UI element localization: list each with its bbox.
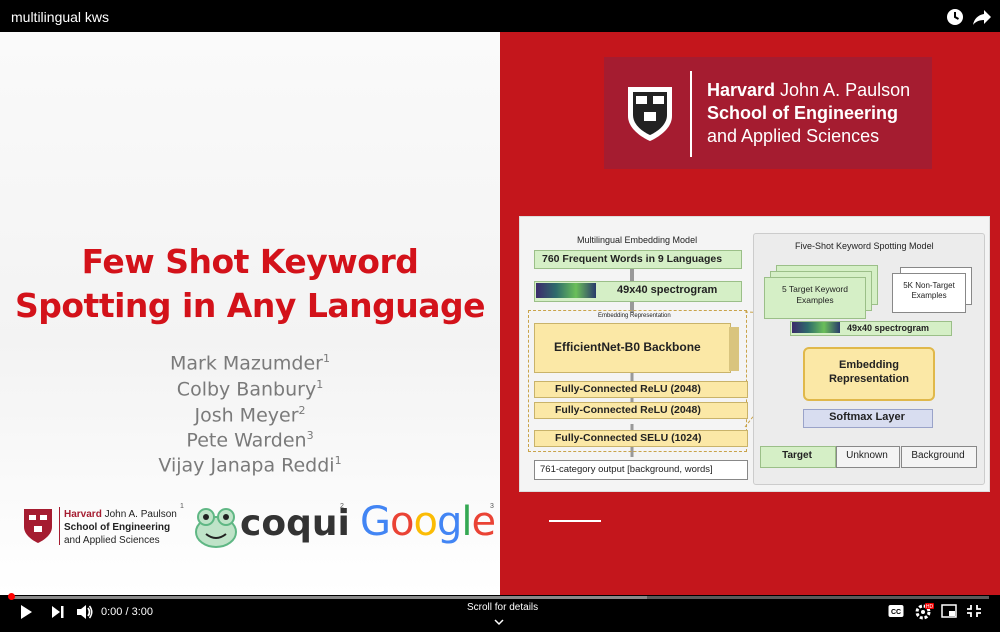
author-5: Vijay Janapa Reddi1 <box>158 454 342 477</box>
embedding-representation-label: Embedding Representation <box>828 359 910 385</box>
slide-title-line-2: Spotting in Any Language <box>14 286 486 325</box>
harvard-logo-footnote: 1 <box>180 503 184 510</box>
scroll-hint[interactable]: Scroll for details <box>467 602 538 613</box>
top-bar: multilingual kws <box>0 0 1000 32</box>
coqui-logo-footnote: 2 <box>340 503 344 510</box>
author-2: Colby Banbury1 <box>176 378 324 401</box>
nontarget-examples-label: 5K Non-Target Examples <box>903 281 955 300</box>
output-unknown-label: Unknown <box>846 450 888 461</box>
harvard-banner-divider <box>690 71 692 157</box>
embedding-region-label: Embedding Representation <box>598 313 671 319</box>
miniplayer-icon[interactable] <box>941 604 957 618</box>
backbone-label: EfficientNet-B0 Backbone <box>554 340 701 354</box>
author-4: Pete Warden3 <box>186 429 314 452</box>
svg-text:HD: HD <box>926 604 934 610</box>
spectrogram-right-image <box>792 322 840 333</box>
harvard-banner-shield-icon <box>625 84 675 144</box>
captions-icon[interactable]: CC <box>888 604 904 618</box>
next-icon[interactable] <box>51 605 65 619</box>
settings-icon[interactable]: HD <box>914 602 934 620</box>
right-model-title: Five-Shot Keyword Spotting Model <box>795 241 934 251</box>
volume-icon[interactable] <box>76 603 94 621</box>
coqui-frog-icon <box>194 506 238 550</box>
harvard-logo-divider <box>59 507 60 545</box>
play-icon[interactable] <box>18 604 34 620</box>
google-logo-footnote: 3 <box>490 503 494 510</box>
coqui-logo: coqui <box>240 503 350 544</box>
model-diagram: Multilingual Embedding Model 760 Frequen… <box>519 216 990 492</box>
spectrogram-left-image <box>536 283 596 298</box>
slide-accent-line <box>549 520 601 522</box>
left-model-title: Multilingual Embedding Model <box>577 235 698 245</box>
author-3: Josh Meyer2 <box>194 404 306 427</box>
svg-text:CC: CC <box>891 609 901 616</box>
output-label: 761-category output [background, words] <box>540 464 713 475</box>
fc2-label: Fully-Connected ReLU (2048) <box>555 404 701 416</box>
progress-scrubber[interactable] <box>8 593 15 600</box>
spectrogram-right-label: 49x40 spectrogram <box>847 323 930 333</box>
backbone-box-side <box>729 327 739 371</box>
clock-icon[interactable] <box>945 7 965 27</box>
video-title[interactable]: multilingual kws <box>11 9 109 25</box>
fc1-label: Fully-Connected ReLU (2048) <box>555 383 701 395</box>
spectrogram-left-label: 49x40 spectrogram <box>617 284 718 296</box>
output-target-label: Target <box>782 450 812 461</box>
softmax-label: Softmax Layer <box>829 411 905 423</box>
harvard-shield-icon <box>22 507 54 545</box>
chevron-down-icon[interactable] <box>494 614 504 626</box>
time-display: 0:00 / 3:00 <box>101 606 153 618</box>
slide-title-line-1: Few Shot Keyword <box>81 242 419 281</box>
share-icon[interactable] <box>972 7 992 27</box>
harvard-logo-text: Harvard John A. Paulson School of Engine… <box>64 509 177 546</box>
target-examples-label: 5 Target Keyword Examples <box>782 284 848 305</box>
fullscreen-exit-icon[interactable] <box>966 604 982 618</box>
author-1: Mark Mazumder1 <box>169 352 330 375</box>
google-logo: Google <box>360 499 496 545</box>
output-background-label: Background <box>911 450 965 461</box>
words-box-label: 760 Frequent Words in 9 Languages <box>542 253 723 265</box>
progress-buffered <box>11 596 647 599</box>
fc3-label: Fully-Connected SELU (1024) <box>555 432 702 444</box>
harvard-banner-text: Harvard John A. Paulson School of Engine… <box>707 80 911 146</box>
